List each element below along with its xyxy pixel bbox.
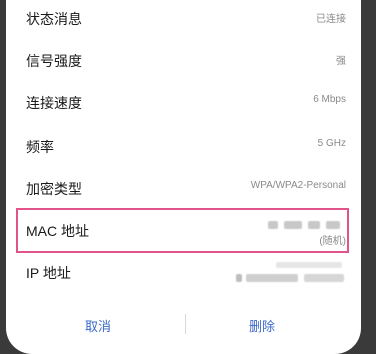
status-label: 状态消息 — [26, 11, 82, 27]
status-row: 状态消息 已连接 — [26, 6, 346, 30]
status-value: 已连接 — [316, 14, 346, 25]
ip-address-row: IP 地址 — [26, 260, 346, 288]
link-speed-row: 连接速度 6 Mbps — [26, 90, 346, 114]
signal-strength-value: 强 — [336, 56, 346, 67]
ip-address-redacted — [236, 260, 346, 286]
frequency-row: 频率 5 GHz — [26, 134, 346, 158]
signal-strength-row: 信号强度 强 — [26, 48, 346, 72]
button-divider — [185, 314, 186, 334]
link-speed-label: 连接速度 — [26, 95, 82, 111]
wifi-details-dialog: 状态消息 已连接 信号强度 强 连接速度 6 Mbps 频率 5 GHz 加密类… — [6, 0, 361, 354]
delete-button[interactable]: 删除 — [249, 316, 275, 335]
mac-address-label: MAC 地址 — [26, 223, 89, 239]
mac-random-note: (随机) — [319, 236, 346, 247]
frequency-label: 频率 — [26, 139, 54, 155]
frequency-value: 5 GHz — [317, 138, 346, 149]
ip-address-label: IP 地址 — [26, 265, 71, 281]
mac-address-row: MAC 地址 (随机) — [26, 218, 346, 247]
link-speed-value: 6 Mbps — [313, 94, 346, 105]
encryption-value: WPA/WPA2-Personal — [250, 180, 346, 191]
encryption-label: 加密类型 — [26, 181, 82, 197]
signal-strength-label: 信号强度 — [26, 53, 82, 69]
encryption-row: 加密类型 WPA/WPA2-Personal — [26, 176, 346, 200]
cancel-button[interactable]: 取消 — [85, 316, 111, 335]
mac-address-redacted — [268, 221, 342, 230]
